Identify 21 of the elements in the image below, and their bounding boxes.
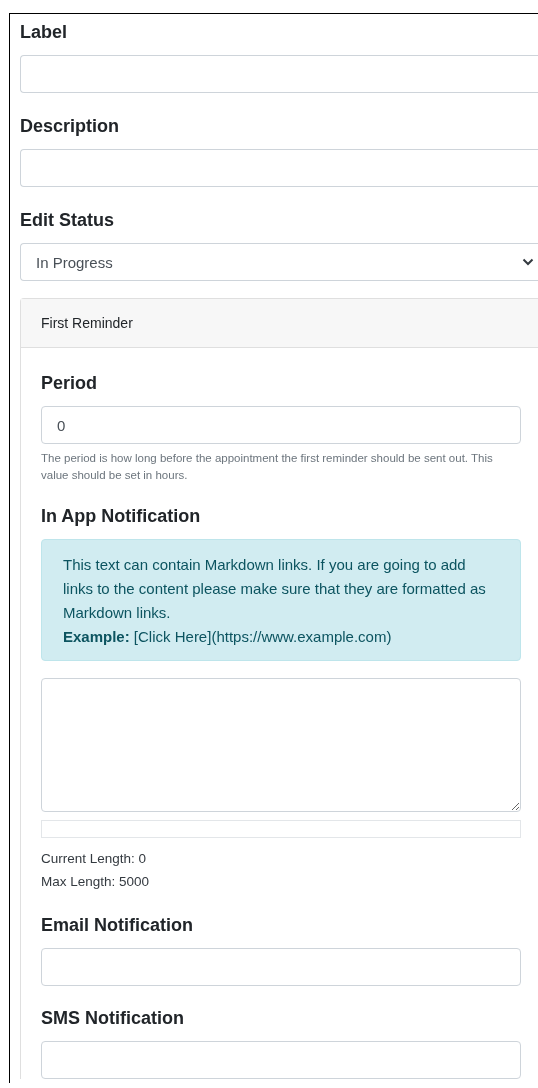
text-input[interactable] xyxy=(20,55,538,93)
field-label: In App Notification xyxy=(41,505,201,528)
alert-text: This text can contain Markdown links. If you are going to add links to the content please make sure that they are formatted as Markdown links. xyxy=(63,555,487,623)
field-label: Description xyxy=(20,115,120,138)
field-label: SMS Notification xyxy=(41,1007,184,1030)
help-text: The period is how long before the appointment the first reminder should be sent out. This value should be set in hours. xyxy=(41,451,494,483)
text-input[interactable] xyxy=(20,149,538,187)
card-header: First Reminder xyxy=(21,299,538,348)
field-label: Period xyxy=(41,372,97,395)
text-input[interactable] xyxy=(41,1041,521,1079)
status-dropdown[interactable]: In Progress xyxy=(20,243,538,281)
text-input[interactable] xyxy=(41,948,521,986)
field-label: Label xyxy=(20,21,67,44)
field-label: Edit Status xyxy=(20,209,114,232)
text-input[interactable]: 0 xyxy=(41,406,521,444)
chevron-down-icon xyxy=(522,258,534,266)
max-length-text: Max Length: 5000 xyxy=(41,873,150,891)
notification-textarea[interactable] xyxy=(41,678,521,812)
example-text: Example: [Click Here](https://www.example.com) xyxy=(63,627,393,647)
current-length-text: Current Length: 0 xyxy=(41,850,147,868)
field-label: Email Notification xyxy=(41,914,193,937)
